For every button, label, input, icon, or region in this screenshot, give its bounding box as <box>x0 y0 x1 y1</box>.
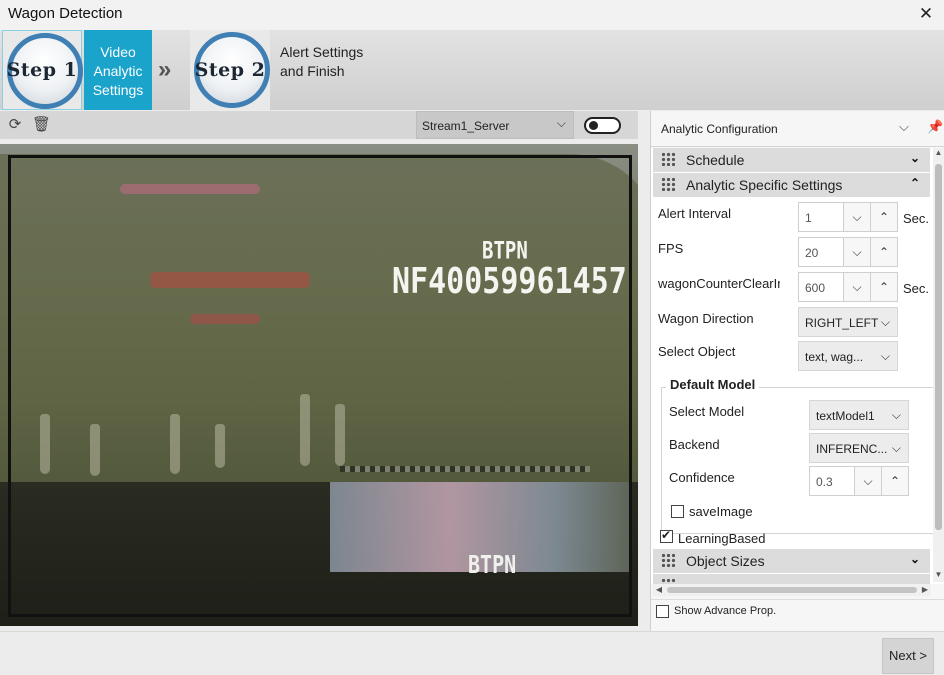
alert-interval-value: 1 <box>805 211 812 225</box>
chevron-down-icon: ⌵ <box>891 441 901 455</box>
property-grid: Schedule ⌄ Analytic Specific Settings ⌃ … <box>651 148 944 584</box>
scroll-up-icon[interactable]: ▲ <box>933 148 944 160</box>
window-title: Wagon Detection <box>8 5 123 22</box>
wagon-counter-unit: Sec. <box>903 281 930 296</box>
fps-label: FPS <box>658 241 684 256</box>
title-bar: Wagon Detection ✕ <box>0 0 944 30</box>
chevron-up-icon: ⌃ <box>909 176 920 190</box>
increment-button[interactable]: ⌃ <box>870 238 897 266</box>
video-preview[interactable]: BTPN NF40059961457 BTPN <box>0 144 638 626</box>
confidence-value: 0.3 <box>816 475 833 489</box>
category-label: Schedule <box>686 152 745 168</box>
select-model-value: textModel1 <box>816 409 875 423</box>
fps-value: 20 <box>805 246 819 260</box>
step-1-number: Step 1 <box>6 59 78 81</box>
save-image-checkbox[interactable] <box>671 505 684 518</box>
grip-icon <box>661 553 675 567</box>
backend-label: Backend <box>669 437 720 452</box>
wagon-counter-label: wagonCounterClearIr <box>658 276 780 291</box>
chevron-down-icon: ⌄ <box>909 151 920 165</box>
confidence-field[interactable]: 0.3 ⌵ ⌃ <box>809 466 909 496</box>
refresh-icon[interactable]: ⟳ <box>6 116 24 134</box>
chevron-down-icon: ⌵ <box>880 315 890 329</box>
step-2-badge[interactable]: Step 2 <box>190 30 270 110</box>
alert-interval-field[interactable]: 1 ⌵ ⌃ <box>798 202 898 232</box>
vertical-scrollbar[interactable]: ▲ ▼ <box>933 148 944 582</box>
footer: Next > <box>0 631 944 675</box>
grip-icon <box>661 152 675 166</box>
step-1-label[interactable]: Video Analytic Settings <box>84 30 152 110</box>
category-label: Object Sizes <box>686 553 765 569</box>
decrement-button[interactable]: ⌵ <box>854 467 881 495</box>
select-object-label: Select Object <box>658 344 736 359</box>
wagon-direction-label: Wagon Direction <box>658 311 754 326</box>
grip-icon <box>661 177 675 191</box>
scroll-right-icon[interactable]: ▶ <box>919 584 931 596</box>
chevron-down-icon: ⌄ <box>909 552 920 566</box>
show-advance-label: Show Advance Prop. <box>674 605 777 617</box>
stream-select-value: Stream1_Server <box>422 119 510 133</box>
chevron-down-icon[interactable]: ⌵ <box>899 119 909 135</box>
scroll-thumb[interactable] <box>667 587 917 593</box>
learning-based-checkbox[interactable] <box>660 528 673 543</box>
category-schedule[interactable]: Schedule ⌄ <box>653 148 930 172</box>
confidence-label: Confidence <box>669 470 735 485</box>
stream-select[interactable]: Stream1_Server ⌵ <box>416 111 574 139</box>
select-model-select[interactable]: textModel1 ⌵ <box>809 400 909 430</box>
wizard-steps: Step 1 Video Analytic Settings » Step 2 … <box>0 30 944 110</box>
step-2-label[interactable]: Alert Settings and Finish <box>274 30 364 110</box>
save-image-label: saveImage <box>689 504 753 519</box>
wagon-direction-value: RIGHT_LEFT <box>805 316 879 330</box>
alert-interval-unit: Sec. <box>903 211 930 226</box>
learning-based-label: LearningBased <box>678 531 766 546</box>
category-analytic-specific[interactable]: Analytic Specific Settings ⌃ <box>653 173 930 197</box>
next-button[interactable]: Next > <box>882 638 934 674</box>
wagon-counter-value: 600 <box>805 281 826 295</box>
toggle-knob <box>589 121 598 130</box>
fps-field[interactable]: 20 ⌵ ⌃ <box>798 237 898 267</box>
pin-icon[interactable]: 📌 <box>927 119 943 135</box>
select-object-select[interactable]: text, wag... ⌵ <box>798 341 898 371</box>
show-advance-checkbox[interactable] <box>656 605 669 618</box>
select-model-label: Select Model <box>669 404 745 419</box>
step-1-badge[interactable]: Step 1 <box>2 30 83 110</box>
panel-title: Analytic Configuration <box>661 122 778 136</box>
default-model-title: Default Model <box>666 377 760 392</box>
chevron-down-icon: ⌵ <box>556 116 566 130</box>
detection-region[interactable] <box>8 155 632 617</box>
alert-interval-label: Alert Interval <box>658 206 731 221</box>
panel-header: Analytic Configuration ⌵ 📌 <box>651 111 944 147</box>
category-label: Analytic Specific Settings <box>686 177 843 193</box>
wagon-direction-select[interactable]: RIGHT_LEFT ⌵ <box>798 307 898 337</box>
scroll-down-icon[interactable]: ▼ <box>933 570 944 582</box>
category-object-sizes[interactable]: Object Sizes ⌄ <box>653 549 930 573</box>
increment-button[interactable]: ⌃ <box>870 203 897 231</box>
video-toolbar: ⟳ 🗑 Stream1_Server ⌵ <box>0 111 638 139</box>
close-icon[interactable]: ✕ <box>914 2 938 26</box>
advance-prop-bar: Show Advance Prop. <box>651 599 944 623</box>
decrement-button[interactable]: ⌵ <box>843 273 870 301</box>
backend-select[interactable]: INFERENC... ⌵ <box>809 433 909 463</box>
decrement-button[interactable]: ⌵ <box>843 203 870 231</box>
stream-toggle[interactable] <box>584 117 621 134</box>
horizontal-scrollbar[interactable]: ◀ ▶ <box>653 584 931 596</box>
step-separator-icon: » <box>158 56 172 83</box>
decrement-button[interactable]: ⌵ <box>843 238 870 266</box>
increment-button[interactable]: ⌃ <box>870 273 897 301</box>
scroll-thumb[interactable] <box>935 164 942 530</box>
wagon-counter-field[interactable]: 600 ⌵ ⌃ <box>798 272 898 302</box>
select-object-value: text, wag... <box>805 350 864 364</box>
backend-value: INFERENC... <box>816 442 888 456</box>
scroll-left-icon[interactable]: ◀ <box>653 584 665 596</box>
trash-icon[interactable]: 🗑 <box>32 116 51 134</box>
chevron-down-icon: ⌵ <box>891 408 901 422</box>
step-2-number: Step 2 <box>194 59 266 81</box>
chevron-down-icon: ⌵ <box>880 349 890 363</box>
category-partial <box>653 574 930 584</box>
app-window: Wagon Detection ✕ Step 1 Video Analytic … <box>0 0 944 675</box>
increment-button[interactable]: ⌃ <box>881 467 908 495</box>
analytic-config-panel: Analytic Configuration ⌵ 📌 Schedule ⌄ An… <box>650 111 944 631</box>
